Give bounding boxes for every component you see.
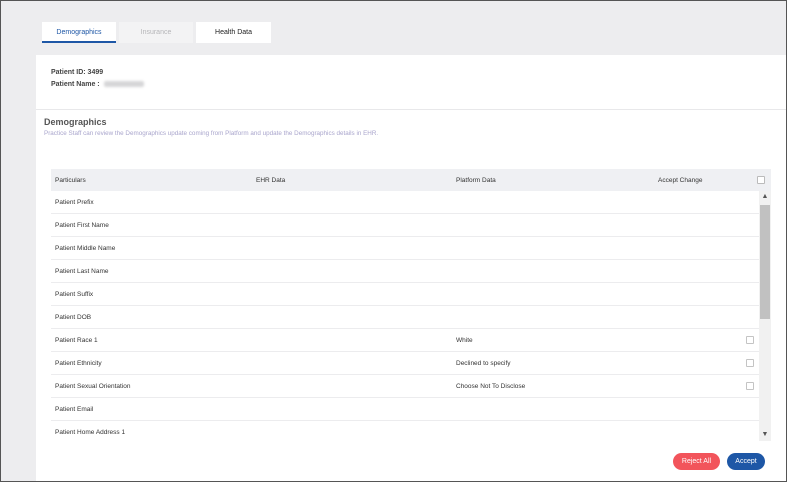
patient-id: Patient ID: 3499: [51, 69, 104, 76]
table-row: Patient Sexual Orientation Choose Not To…: [51, 375, 771, 398]
row-particular: Patient Prefix: [55, 199, 94, 206]
table-scrollbar[interactable]: ▲ ▼: [759, 191, 771, 441]
row-particular: Patient Sexual Orientation: [55, 383, 131, 390]
table-row: Patient Ethnicity Declined to specify: [51, 352, 771, 375]
row-particular: Patient Race 1: [55, 337, 98, 344]
tab-bar: Demographics Insurance Health Data: [42, 22, 271, 43]
row-particular: Patient Ethnicity: [55, 360, 102, 367]
patient-name-label: Patient Name :: [51, 81, 100, 88]
scroll-down-arrow-icon[interactable]: ▼: [759, 429, 771, 441]
accept-button[interactable]: Accept: [727, 453, 765, 470]
table-row: Patient Middle Name: [51, 237, 771, 260]
table-body: Patient Prefix Patient First Name Patien…: [51, 191, 771, 441]
patient-name-redacted: [103, 81, 144, 88]
table-row: Patient DOB: [51, 306, 771, 329]
header-platform-data: Platform Data: [456, 177, 496, 184]
accept-change-checkbox[interactable]: [746, 336, 754, 344]
row-particular: Patient Suffix: [55, 291, 94, 298]
table-header: Particulars EHR Data Platform Data Accep…: [51, 169, 771, 191]
reject-all-button[interactable]: Reject All: [673, 453, 720, 470]
header-particulars: Particulars: [55, 177, 86, 184]
accept-change-checkbox[interactable]: [746, 382, 754, 390]
row-platform-data: Declined to specify: [456, 360, 511, 367]
header-accept-change: Accept Change: [658, 177, 703, 184]
accept-change-checkbox[interactable]: [746, 359, 754, 367]
row-platform-data: Choose Not To Disclose: [456, 383, 526, 390]
table-row: Patient Home Address 1: [51, 421, 771, 441]
row-particular: Patient Email: [55, 406, 94, 413]
section-title: Demographics: [44, 117, 107, 127]
table-row: Patient Last Name: [51, 260, 771, 283]
row-particular: Patient Last Name: [55, 268, 109, 275]
patient-name-row: Patient Name :: [51, 81, 144, 88]
row-platform-data: White: [456, 337, 473, 344]
row-particular: Patient First Name: [55, 222, 109, 229]
table-row: Patient Race 1 White: [51, 329, 771, 352]
row-particular: Patient Middle Name: [55, 245, 116, 252]
select-all-checkbox[interactable]: [757, 176, 765, 184]
row-particular: Patient Home Address 1: [55, 429, 126, 436]
divider: [36, 109, 787, 110]
scroll-up-arrow-icon[interactable]: ▲: [759, 191, 771, 203]
tab-health-data[interactable]: Health Data: [196, 22, 271, 43]
table-row: Patient First Name: [51, 214, 771, 237]
table-row: Patient Suffix: [51, 283, 771, 306]
section-description: Practice Staff can review the Demographi…: [44, 130, 379, 137]
row-particular: Patient DOB: [55, 314, 92, 321]
demographics-table: Particulars EHR Data Platform Data Accep…: [51, 169, 771, 441]
tab-insurance[interactable]: Insurance: [119, 22, 193, 43]
demographics-card: Patient ID: 3499 Patient Name : Demograp…: [36, 55, 787, 482]
tab-demographics[interactable]: Demographics: [42, 22, 116, 43]
scroll-thumb[interactable]: [760, 205, 770, 319]
header-ehr-data: EHR Data: [256, 177, 286, 184]
table-row: Patient Email: [51, 398, 771, 421]
table-row: Patient Prefix: [51, 191, 771, 214]
